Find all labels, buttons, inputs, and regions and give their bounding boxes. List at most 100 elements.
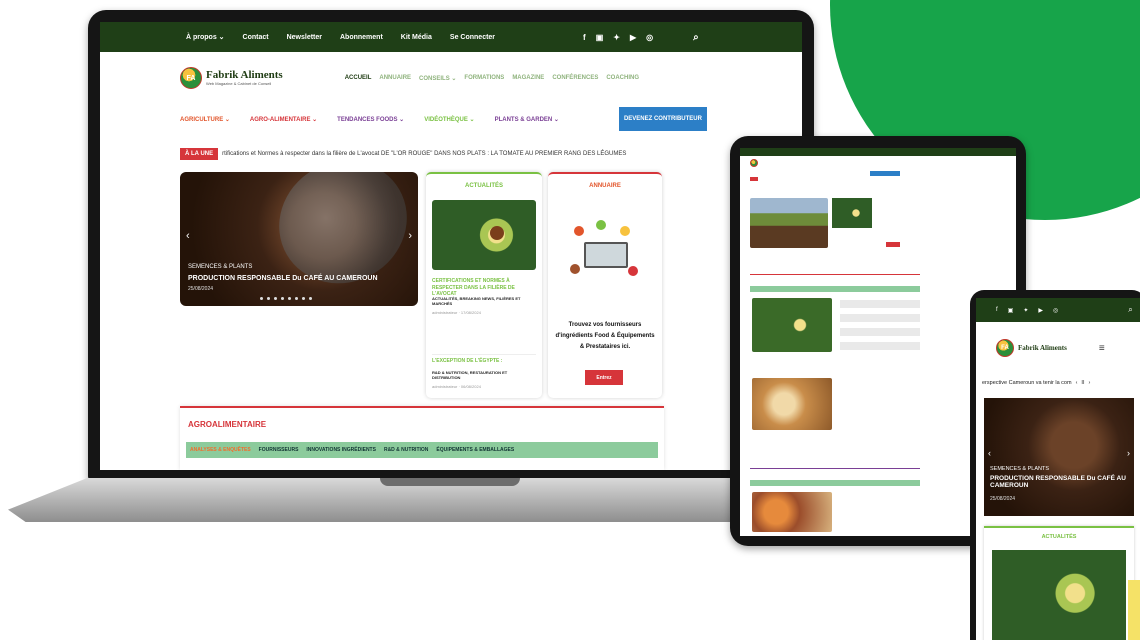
linkedin-icon[interactable]: ▣	[596, 33, 604, 42]
cat-agriculture[interactable]: AGRICULTURE ⌄	[180, 116, 230, 123]
topbar-link-kit-media[interactable]: Kit Média	[401, 34, 432, 41]
enter-button[interactable]: Entrez	[585, 370, 623, 385]
logo-mark-icon: FA	[180, 67, 202, 89]
phone-logo-mark-icon: FA	[996, 339, 1014, 357]
tablet-annuaire	[876, 198, 916, 252]
yellow-decor-strip	[1128, 580, 1140, 640]
agroalimentaire-section: AGROALIMENTAIRE ANALYSES & ENQUÊTES FOUR…	[180, 406, 664, 470]
slide-title[interactable]: PRODUCTION RESPONSABLE Du CAFÉ AU CAMERO…	[188, 275, 378, 282]
device-mockup-stage: À propos ⌄ Contact Newsletter Abonnement…	[0, 0, 1140, 640]
tablet-hero-image[interactable]	[750, 198, 828, 248]
coffee-scoop-image	[256, 172, 418, 306]
phone-facebook-icon[interactable]: f	[996, 307, 998, 313]
ticker-next-icon[interactable]: ›	[1088, 380, 1090, 386]
topbar-link-newsletter[interactable]: Newsletter	[287, 34, 322, 41]
divider	[432, 354, 536, 355]
slider-dots[interactable]	[260, 297, 312, 300]
avocado-image[interactable]	[432, 200, 536, 270]
phone-logo-name: Fabrik Aliments	[1018, 343, 1067, 352]
phone-slide-category[interactable]: SEMENCES & PLANTS	[990, 466, 1049, 472]
tablet-eggs-image[interactable]	[752, 378, 832, 430]
cat-agroalimentaire[interactable]: AGRO-ALIMENTAIRE ⌄	[250, 116, 317, 123]
tablet-article-image[interactable]	[752, 298, 832, 352]
cat-tendances-foods[interactable]: TENDANCES FOODS ⌄	[337, 116, 404, 123]
article-title-2[interactable]: L'EXCEPTION DE L'ÉGYPTE :	[432, 358, 502, 364]
topbar-link-apropos[interactable]: À propos ⌄	[186, 33, 225, 41]
phone-search-icon[interactable]: ⌕	[1128, 305, 1132, 315]
phone-topbar: f ▣ ✦ ▶ ◎ ⌕	[976, 298, 1140, 322]
tablet-topbar	[740, 148, 1016, 156]
cat-plants-garden[interactable]: PLANTS & GARDEN ⌄	[495, 116, 559, 123]
phone-header: FA Fabrik Aliments ≡	[976, 322, 1140, 374]
phone-hero-slider[interactable]: ‹ › SEMENCES & PLANTS PRODUCTION RESPONS…	[984, 398, 1134, 516]
tablet-section2-tabs	[750, 480, 920, 486]
youtube-icon[interactable]: ▶	[630, 33, 636, 42]
tab-analyses[interactable]: ANALYSES & ENQUÊTES	[190, 447, 251, 453]
hero-slider[interactable]: ‹ › SEMENCES & PLANTS PRODUCTION RESPONS…	[180, 172, 418, 306]
tab-equipements[interactable]: ÉQUIPEMENTS & EMBALLAGES	[436, 447, 514, 453]
phone-avocado-image[interactable]	[992, 550, 1126, 640]
cat-videotheque[interactable]: VIDÉOTHÈQUE ⌄	[424, 116, 474, 123]
phone-ticker: erspective Cameroun va tenir la com ‹ II…	[976, 374, 1140, 392]
annuaire-card: ANNUAIRE Trouvez vos fournisseurs d'ingr…	[548, 172, 662, 398]
tablet-enter-button[interactable]	[886, 242, 900, 247]
topbar-link-connecter[interactable]: Se Connecter	[450, 34, 495, 41]
actualites-title: ACTUALITÉS	[465, 183, 503, 189]
nav-coaching[interactable]: COACHING	[606, 75, 639, 82]
article-title[interactable]: CERTIFICATIONS ET NORMES À RESPECTER DAN…	[432, 278, 538, 298]
social-icons: f ▣ ✦ ▶ ◎	[583, 33, 653, 42]
laptop-notch	[380, 478, 520, 486]
tablet-section-tabs	[750, 286, 920, 292]
laptop: À propos ⌄ Contact Newsletter Abonnement…	[88, 10, 814, 482]
ticker-pause-icon[interactable]: II	[1081, 380, 1084, 386]
instagram-icon[interactable]: ◎	[646, 33, 653, 42]
tablet-avocado-image[interactable]	[832, 198, 872, 228]
tablet-header	[740, 156, 1016, 170]
phone-slider-prev-icon[interactable]: ‹	[988, 448, 991, 458]
become-contributor-button[interactable]: DEVENEZ CONTRIBUTEUR	[618, 107, 707, 131]
phone-instagram-icon[interactable]: ◎	[1053, 307, 1058, 314]
topbar-link-contact[interactable]: Contact	[243, 34, 269, 41]
search-icon[interactable]: ⌕	[693, 32, 699, 43]
tablet-cta[interactable]	[870, 170, 900, 176]
tab-innovations[interactable]: INNOVATIONS INGRÉDIENTS	[306, 447, 376, 453]
phone-screen: f ▣ ✦ ▶ ◎ ⌕ FA Fabrik Aliments ≡ erspect…	[976, 298, 1140, 640]
facebook-icon[interactable]: f	[583, 33, 586, 42]
phone-slider-next-icon[interactable]: ›	[1127, 448, 1130, 458]
phone-twitter-icon[interactable]: ✦	[1023, 307, 1028, 314]
phone-logo[interactable]: FA Fabrik Aliments	[996, 339, 1067, 357]
article-meta-2: administrateur · 06/08/2024	[432, 384, 481, 389]
slide-category[interactable]: SEMENCES & PLANTS	[188, 264, 252, 270]
site-logo[interactable]: FA Fabrik Aliments Web Magazine & Cabine…	[180, 67, 283, 89]
phone-youtube-icon[interactable]: ▶	[1038, 307, 1043, 314]
nav-conferences[interactable]: CONFÉRENCES	[552, 75, 598, 82]
topbar-link-abonnement[interactable]: Abonnement	[340, 34, 383, 41]
nav-accueil[interactable]: ACCUEIL	[345, 75, 372, 82]
tablet-food-image[interactable]	[752, 492, 832, 532]
ticker-text[interactable]: rtifications et Normes à respecter dans …	[222, 151, 626, 157]
phone-ticker-text[interactable]: erspective Cameroun va tenir la com	[982, 380, 1072, 386]
annuaire-title: ANNUAIRE	[589, 183, 621, 189]
twitter-icon[interactable]: ✦	[613, 33, 620, 42]
slider-prev-icon[interactable]: ‹	[186, 230, 190, 242]
phone-slide-title[interactable]: PRODUCTION RESPONSABLE Du CAFÉ AU CAMERO…	[990, 475, 1130, 490]
slider-next-icon[interactable]: ›	[408, 230, 412, 242]
tab-fournisseurs[interactable]: FOURNISSEURS	[259, 447, 299, 453]
article-categories[interactable]: ACTUALITÉS, BREAKING NEWS, FILIÈRES ET M…	[432, 296, 538, 306]
phone-actualites-card: ACTUALITÉS	[984, 526, 1134, 640]
nav-conseils[interactable]: CONSEILS ⌄	[419, 75, 456, 82]
article-categories-2[interactable]: R&D & NUTRITION, RESTAURATION ET DISTRIB…	[432, 370, 532, 380]
section-tabs: ANALYSES & ENQUÊTES FOURNISSEURS INNOVAT…	[186, 442, 658, 458]
nav-magazine[interactable]: MAGAZINE	[512, 75, 544, 82]
tab-rd-nutrition[interactable]: R&D & NUTRITION	[384, 447, 428, 453]
article-meta: administrateur · 17/08/2024	[432, 310, 481, 315]
nav-formations[interactable]: FORMATIONS	[464, 75, 504, 82]
ticker-prev-icon[interactable]: ‹	[1076, 380, 1078, 386]
tablet-logo-icon	[750, 159, 758, 167]
section-title: AGROALIMENTAIRE	[188, 420, 267, 429]
supplier-illustration	[570, 220, 640, 280]
nav-annuaire[interactable]: ANNUAIRE	[379, 75, 411, 82]
phone-linkedin-icon[interactable]: ▣	[1008, 307, 1014, 314]
hamburger-menu-icon[interactable]: ≡	[1099, 343, 1105, 354]
phone-slide-date: 25/08/2024	[990, 496, 1016, 502]
